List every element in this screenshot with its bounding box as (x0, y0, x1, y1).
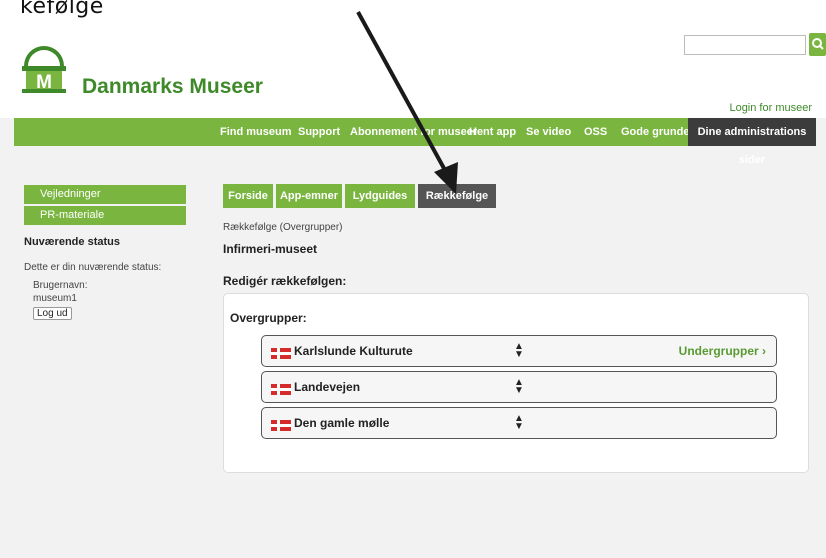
status-title: Nuværende status (24, 236, 120, 248)
sort-icon[interactable]: ▲ ▼ (514, 378, 524, 396)
panel-title: Overgrupper: (230, 311, 307, 325)
search-icon (812, 38, 824, 50)
nav-admin[interactable]: Dine administrations sider (688, 118, 816, 166)
tab-forside[interactable]: Forside (223, 184, 273, 208)
denmark-flag-icon (271, 348, 291, 359)
museum-name: Infirmeri-museet (223, 242, 318, 256)
tab-raekkefolge[interactable]: Rækkefølge (418, 184, 496, 208)
login-link[interactable]: Login for museer (729, 102, 812, 114)
search-button[interactable] (809, 33, 826, 56)
group-label: Landevejen (294, 380, 361, 394)
sort-icon[interactable]: ▲ ▼ (514, 414, 524, 432)
nav-se-video[interactable]: Se video (526, 118, 571, 146)
denmark-flag-icon (271, 384, 291, 395)
nav-hent-app[interactable]: Hent app (469, 118, 516, 146)
site-name[interactable]: Danmarks Museer (82, 75, 263, 99)
breadcrumb: Rækkefølge (Overgrupper) (223, 222, 343, 233)
group-row[interactable]: Karlslunde Kulturute ▲ ▼ Undergrupper › (261, 335, 777, 367)
header-background (0, 0, 826, 118)
user-label: Brugernavn: (33, 280, 88, 291)
group-row[interactable]: Den gamle mølle ▲ ▼ (261, 407, 777, 439)
subgroups-link[interactable]: Undergrupper › (679, 344, 766, 358)
logo-icon[interactable]: M (20, 44, 68, 94)
tab-app-emner[interactable]: App-emner (276, 184, 342, 208)
group-row[interactable]: Landevejen ▲ ▼ (261, 371, 777, 403)
nav-gode-grunde[interactable]: Gode grunde (621, 118, 689, 146)
nav-oss[interactable]: OSS (584, 118, 607, 146)
denmark-flag-icon (271, 420, 291, 431)
group-label: Den gamle mølle (294, 416, 390, 430)
nav-abonnement[interactable]: Abonnement for museer (350, 118, 477, 146)
sidebar-pr-materiale[interactable]: PR-materiale (24, 206, 186, 225)
edit-order-label: Redigér rækkefølgen: (223, 274, 347, 288)
username: museum1 (33, 293, 77, 304)
group-label: Karlslunde Kulturute (294, 344, 413, 358)
tab-lydguides[interactable]: Lydguides (345, 184, 415, 208)
sort-icon[interactable]: ▲ ▼ (514, 342, 524, 360)
nav-find-museum[interactable]: Find museum (220, 118, 292, 146)
logout-button[interactable]: Log ud (33, 307, 72, 320)
search-input[interactable] (684, 35, 806, 55)
status-text: Dette er din nuværende status: (24, 262, 162, 273)
screenshot-caption: kefølge (20, 0, 104, 19)
nav-support[interactable]: Support (298, 118, 340, 146)
main-nav: Find museum Support Abonnement for musee… (14, 118, 816, 166)
sidebar-vejledninger[interactable]: Vejledninger (24, 185, 186, 204)
